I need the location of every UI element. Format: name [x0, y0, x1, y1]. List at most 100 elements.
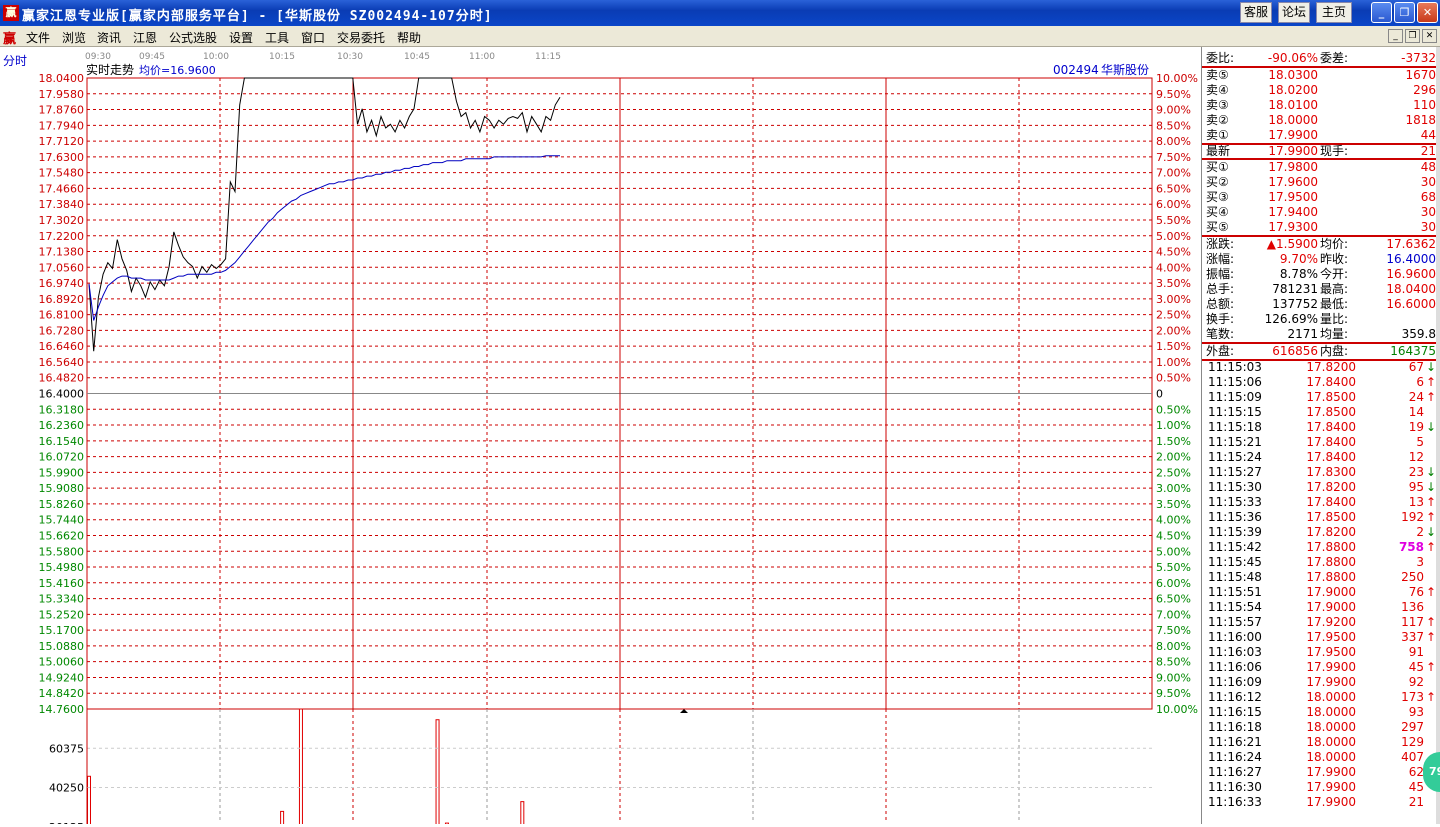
tick-time: 11:16:27: [1208, 765, 1262, 779]
menu-tools[interactable]: 工具: [265, 29, 289, 46]
tick-row[interactable]: 11:15:45 17.8800 3: [1202, 555, 1438, 570]
minimize-icon[interactable]: _: [1371, 2, 1392, 23]
percent-tick-label: 2.50%: [1156, 466, 1191, 479]
intraday-chart-panel[interactable]: 分时 09:30 09:45 10:00 10:15 10:30 10:45 11:00 11…: [0, 47, 1200, 827]
tick-row[interactable]: 11:16:24 18.0000 407: [1202, 750, 1438, 765]
row-value-2: 16.4000: [1386, 252, 1436, 266]
tick-price: 17.8400: [1306, 420, 1356, 434]
price-tick-label: 14.9240: [39, 671, 85, 684]
tick-row[interactable]: 11:15:33 17.8400 13 ↑: [1202, 495, 1438, 510]
customer-service-button[interactable]: 客服: [1240, 2, 1272, 23]
quote-panel: 委比: -90.06% 委差: -3732 卖⑤ 18.0300 1670 卖④ 18.…: [1201, 47, 1440, 824]
tick-row[interactable]: 11:15:39 17.8200 2 ↓: [1202, 525, 1438, 540]
cursor-marker-icon: [680, 709, 688, 713]
arrow-up-icon: ↑: [1425, 690, 1436, 704]
tick-volume: 76: [1408, 585, 1424, 599]
close-icon[interactable]: ✕: [1417, 2, 1438, 23]
tick-row[interactable]: 11:15:48 17.8800 250: [1202, 570, 1438, 585]
tick-row[interactable]: 11:15:24 17.8400 12: [1202, 450, 1438, 465]
tick-row[interactable]: 11:16:30 17.9900 45: [1202, 780, 1438, 795]
menu-browse[interactable]: 浏览: [62, 29, 86, 46]
time-tick-label: 11:00: [469, 52, 495, 62]
row-value-2: 18.0400: [1386, 282, 1436, 296]
tick-price: 17.8800: [1306, 555, 1356, 569]
menu-settings[interactable]: 设置: [229, 29, 253, 46]
tick-row[interactable]: 11:15:30 17.8200 95 ↓: [1202, 480, 1438, 495]
tick-row[interactable]: 11:15:06 17.8400 6 ↑: [1202, 375, 1438, 390]
tick-row[interactable]: 11:15:03 17.8200 67 ↓: [1202, 360, 1438, 375]
intraday-chart[interactable]: 分时 09:30 09:45 10:00 10:15 10:30 10:45 11:00 11…: [0, 47, 1200, 827]
time-tick-label: 09:30: [85, 52, 111, 62]
tick-row[interactable]: 11:15:57 17.9200 117 ↑: [1202, 615, 1438, 630]
tick-volume: 24: [1408, 390, 1424, 404]
scrollbar[interactable]: [1436, 47, 1440, 824]
menu-window[interactable]: 窗口: [301, 29, 325, 46]
row-label-2: 均量:: [1320, 327, 1349, 341]
mode-label[interactable]: 分时: [3, 54, 27, 68]
tick-row[interactable]: 11:15:36 17.8500 192 ↑: [1202, 510, 1438, 525]
arrow-up-icon: ↑: [1425, 630, 1436, 644]
tick-row[interactable]: 11:16:03 17.9500 91: [1202, 645, 1438, 660]
tick-row[interactable]: 11:16:00 17.9500 337 ↑: [1202, 630, 1438, 645]
homepage-button[interactable]: 主页: [1316, 2, 1352, 23]
menu-help[interactable]: 帮助: [397, 29, 421, 46]
tick-row[interactable]: 11:15:21 17.8400 5: [1202, 435, 1438, 450]
tick-time: 11:15:27: [1208, 465, 1262, 479]
menu-info[interactable]: 资讯: [97, 29, 121, 46]
tick-volume: 12: [1408, 450, 1424, 464]
menu-formula-select[interactable]: 公式选股: [169, 29, 217, 46]
percent-tick-label: 0.50%: [1156, 403, 1191, 416]
arrow-down-icon: ↓: [1425, 480, 1436, 494]
title-bar: 赢 赢家江恩专业版[赢家内部服务平台] - [华斯股份 SZ002494-107…: [0, 0, 1440, 26]
price-tick-label: 15.6620: [39, 529, 85, 542]
tick-row[interactable]: 11:15:42 17.8800 758 ↑: [1202, 540, 1438, 555]
forum-button[interactable]: 论坛: [1278, 2, 1310, 23]
menu-gann[interactable]: 江恩: [133, 29, 157, 46]
tick-row[interactable]: 11:15:54 17.9000 136: [1202, 600, 1438, 615]
tick-row[interactable]: 11:16:15 18.0000 93: [1202, 705, 1438, 720]
tick-row[interactable]: 11:15:09 17.8500 24 ↑: [1202, 390, 1438, 405]
percent-tick-label: 6.50%: [1156, 182, 1191, 195]
price-tick-label: 17.7940: [39, 119, 85, 132]
tick-time: 11:16:12: [1208, 690, 1262, 704]
row-value-2: 17.6362: [1386, 237, 1436, 251]
row-label: 换手:: [1206, 312, 1235, 326]
price-tick-label: 15.5800: [39, 545, 85, 558]
mdi-close-icon[interactable]: ✕: [1422, 29, 1437, 43]
tick-row[interactable]: 11:16:33 17.9900 21: [1202, 795, 1438, 810]
price-tick-label: 16.7280: [39, 324, 85, 337]
percent-tick-label: 7.00%: [1156, 167, 1191, 180]
tick-price: 17.8400: [1306, 435, 1356, 449]
tick-row[interactable]: 11:15:18 17.8400 19 ↓: [1202, 420, 1438, 435]
percent-tick-label: 4.50%: [1156, 529, 1191, 542]
price-tick-label: 14.8420: [39, 687, 85, 700]
tick-row[interactable]: 11:15:15 17.8500 14: [1202, 405, 1438, 420]
price-tick-label: 17.9580: [39, 88, 85, 101]
menu-file[interactable]: 文件: [26, 29, 50, 46]
tick-price: 17.8200: [1306, 480, 1356, 494]
tick-volume: 117: [1401, 615, 1424, 629]
tick-row[interactable]: 11:15:51 17.9000 76 ↑: [1202, 585, 1438, 600]
tick-price: 17.8400: [1306, 375, 1356, 389]
price-tick-label: 17.6300: [39, 151, 85, 164]
tick-row[interactable]: 11:16:12 18.0000 173 ↑: [1202, 690, 1438, 705]
tick-row[interactable]: 11:16:06 17.9900 45 ↑: [1202, 660, 1438, 675]
tick-row[interactable]: 11:16:27 17.9900 62: [1202, 765, 1438, 780]
row-label-2: 昨收:: [1320, 252, 1349, 266]
restore-icon[interactable]: ❐: [1394, 2, 1415, 23]
menu-trade[interactable]: 交易委托: [337, 29, 385, 46]
tick-price: 17.9500: [1306, 630, 1356, 644]
row-value-2: 30: [1420, 205, 1436, 219]
mdi-restore-icon[interactable]: ❐: [1405, 29, 1420, 43]
tick-price: 17.8500: [1306, 510, 1356, 524]
tick-row[interactable]: 11:15:27 17.8300 23 ↓: [1202, 465, 1438, 480]
chart-grid: [86, 77, 1153, 822]
tick-row[interactable]: 11:16:21 18.0000 129: [1202, 735, 1438, 750]
price-tick-label: 17.2200: [39, 230, 85, 243]
tick-price: 18.0000: [1306, 750, 1356, 764]
tick-price: 17.9200: [1306, 615, 1356, 629]
tick-row[interactable]: 11:16:09 17.9900 92: [1202, 675, 1438, 690]
price-tick-label: 16.6460: [39, 340, 85, 353]
tick-row[interactable]: 11:16:18 18.0000 297: [1202, 720, 1438, 735]
mdi-minimize-icon[interactable]: _: [1388, 29, 1403, 43]
